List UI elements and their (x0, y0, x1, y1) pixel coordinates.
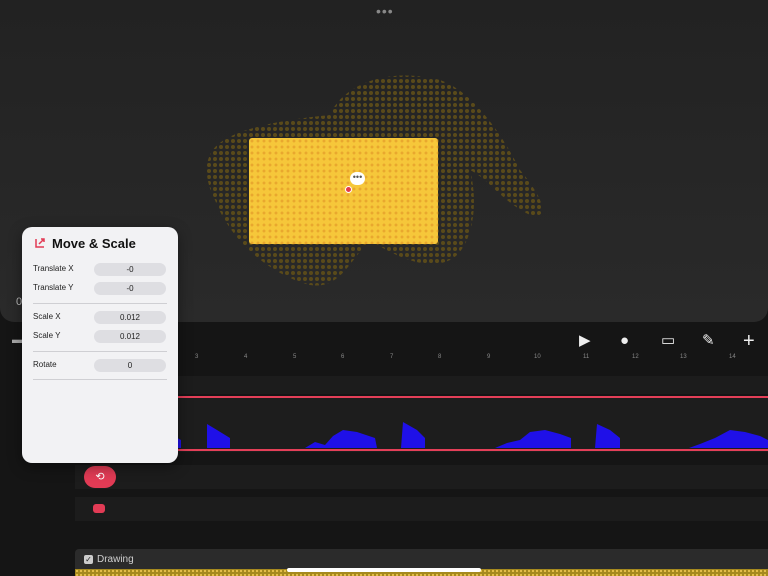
play-icon[interactable]: ▶ (579, 330, 591, 352)
rotate-label: Rotate (33, 360, 57, 369)
ruler-tick: 7 (390, 354, 394, 360)
translate-x-row: Translate X -0 (33, 263, 167, 277)
move-scale-icon (35, 238, 45, 248)
shape-menu-icon[interactable]: ••• (350, 172, 365, 185)
track-selection-bottom (75, 449, 768, 451)
translate-y-label: Translate Y (33, 283, 74, 292)
scale-x-row: Scale X 0.012 (33, 311, 167, 325)
divider (33, 379, 167, 380)
record-icon[interactable]: ● (620, 330, 629, 352)
divider (33, 351, 167, 352)
motion-waveform (165, 422, 768, 448)
scale-x-field[interactable]: 0.012 (94, 311, 166, 324)
scale-x-label: Scale X (33, 312, 61, 321)
ruler-tick: 8 (438, 354, 442, 360)
track-selection-top (75, 396, 768, 398)
translate-y-row: Translate Y -0 (33, 282, 167, 296)
playback-toolbar: ▶ ● ▭ ✎ + (570, 330, 768, 352)
ruler-tick: 4 (244, 354, 248, 360)
ruler-tick: 6 (341, 354, 345, 360)
rotate-field[interactable]: 0 (94, 359, 166, 372)
ruler-tick: 10 (534, 354, 541, 360)
move-scale-icon: ⟲ (95, 471, 105, 483)
rotate-row: Rotate 0 (33, 359, 167, 373)
ruler-tick: 3 (195, 354, 199, 360)
pen-icon[interactable]: ✎ (702, 330, 715, 352)
move-scale-track[interactable] (75, 465, 768, 489)
ruler-tick: 13 (680, 354, 687, 360)
translate-x-label: Translate X (33, 264, 74, 273)
translate-x-field[interactable]: -0 (94, 263, 166, 276)
anchor-point-handle[interactable] (345, 186, 352, 193)
ruler-tick: 11 (583, 354, 590, 360)
home-indicator[interactable] (287, 568, 481, 572)
ruler-tick: 12 (632, 354, 639, 360)
ruler-tick: 5 (293, 354, 297, 360)
more-options-icon[interactable]: ••• (376, 3, 394, 19)
move-scale-popover: Move & Scale Translate X -0 Translate Y … (22, 227, 178, 463)
ruler-tick: 9 (487, 354, 491, 360)
translate-y-field[interactable]: -0 (94, 282, 166, 295)
drawing-layer-row[interactable] (75, 549, 768, 569)
divider (33, 303, 167, 304)
scale-y-row: Scale Y 0.012 (33, 330, 167, 344)
scale-y-label: Scale Y (33, 331, 61, 340)
popover-title: Move & Scale (52, 236, 136, 251)
yellow-rectangle-shape[interactable] (249, 138, 438, 244)
move-scale-keyframe-button[interactable]: ⟲ (84, 466, 116, 488)
property-track[interactable] (75, 497, 768, 521)
layers-icon[interactable]: ▭ (661, 330, 675, 352)
add-icon[interactable]: + (743, 330, 755, 352)
property-keyframe-icon[interactable] (93, 504, 105, 513)
drawing-layer-label: Drawing (97, 554, 134, 565)
scale-y-field[interactable]: 0.012 (94, 330, 166, 343)
drawing-visibility-checkbox[interactable]: ✓ (84, 555, 93, 564)
ruler-tick: 14 (729, 354, 736, 360)
timeline-row[interactable] (75, 376, 768, 394)
